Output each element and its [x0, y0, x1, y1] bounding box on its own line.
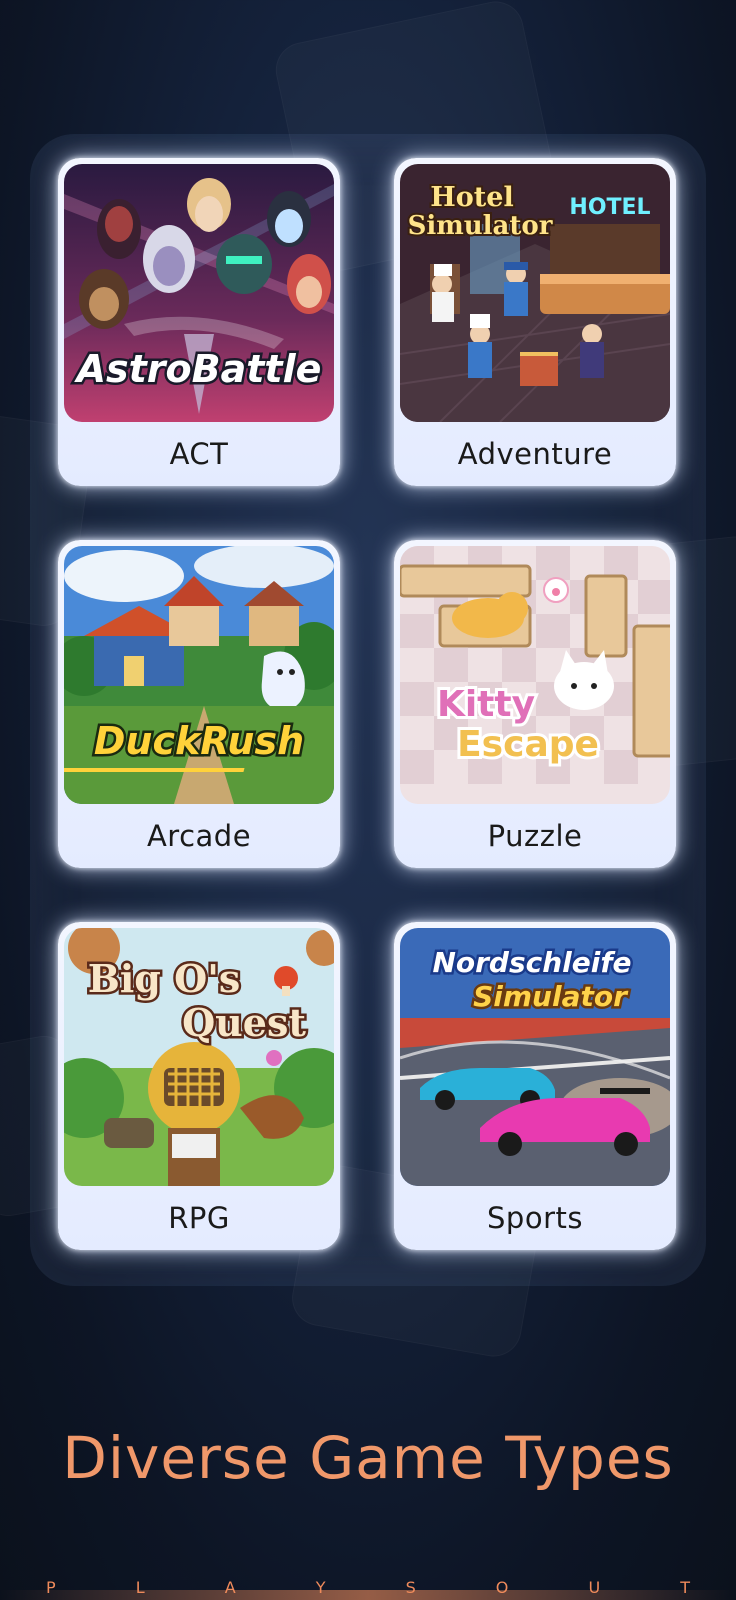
cover-title-line1: Hotel	[430, 182, 513, 213]
cover-title-text: AstroBattle	[74, 347, 322, 391]
kitty-escape-cover-image: Kitty Escape	[400, 546, 670, 804]
page-headline: Diverse Game Types	[62, 1424, 674, 1492]
cover-title-text: DuckRush	[94, 719, 304, 763]
category-label-rpg: RPG	[168, 1201, 230, 1235]
big-os-quest-cover-image: Big O's Quest	[64, 928, 334, 1186]
category-label-adventure: Adventure	[457, 437, 613, 471]
cover-title-line2: Escape	[457, 724, 599, 765]
game-card-rpg[interactable]: Big O's Quest RPG	[58, 922, 340, 1250]
cover-title-line1: Nordschleife	[432, 946, 631, 979]
nordschleife-simulator-cover-image: Nordschleife Simulator	[400, 928, 670, 1186]
category-label-puzzle: Puzzle	[487, 819, 583, 853]
game-card-puzzle[interactable]: Kitty Escape Puzzle	[394, 540, 676, 868]
astrobattle-cover-image: AstroBattle	[64, 164, 334, 422]
game-card-sports[interactable]: Nordschleife Simulator Sports	[394, 922, 676, 1250]
category-label-arcade: Arcade	[146, 819, 252, 853]
game-card-arcade[interactable]: DuckRush Arcade	[58, 540, 340, 868]
category-label-act: ACT	[169, 437, 229, 471]
bottom-accent-glow	[0, 1590, 736, 1600]
cover-title-line2: Quest	[182, 1000, 306, 1045]
hotel-sign-text: HOTEL	[569, 195, 650, 220]
hotel-simulator-cover-image: HOTEL Hotel Simulator	[400, 164, 670, 422]
cover-title-line1: Big O's	[88, 956, 240, 1001]
game-card-adventure[interactable]: HOTEL Hotel Simulator Adventure	[394, 158, 676, 486]
cover-title-line2: Simulator	[473, 980, 629, 1013]
cover-title-line2: Simulator	[408, 211, 553, 241]
category-label-sports: Sports	[487, 1201, 583, 1235]
duckrush-cover-image: DuckRush	[64, 546, 334, 804]
game-card-act[interactable]: AstroBattle ACT	[58, 158, 340, 486]
cover-title-line1: Kitty	[437, 684, 535, 725]
